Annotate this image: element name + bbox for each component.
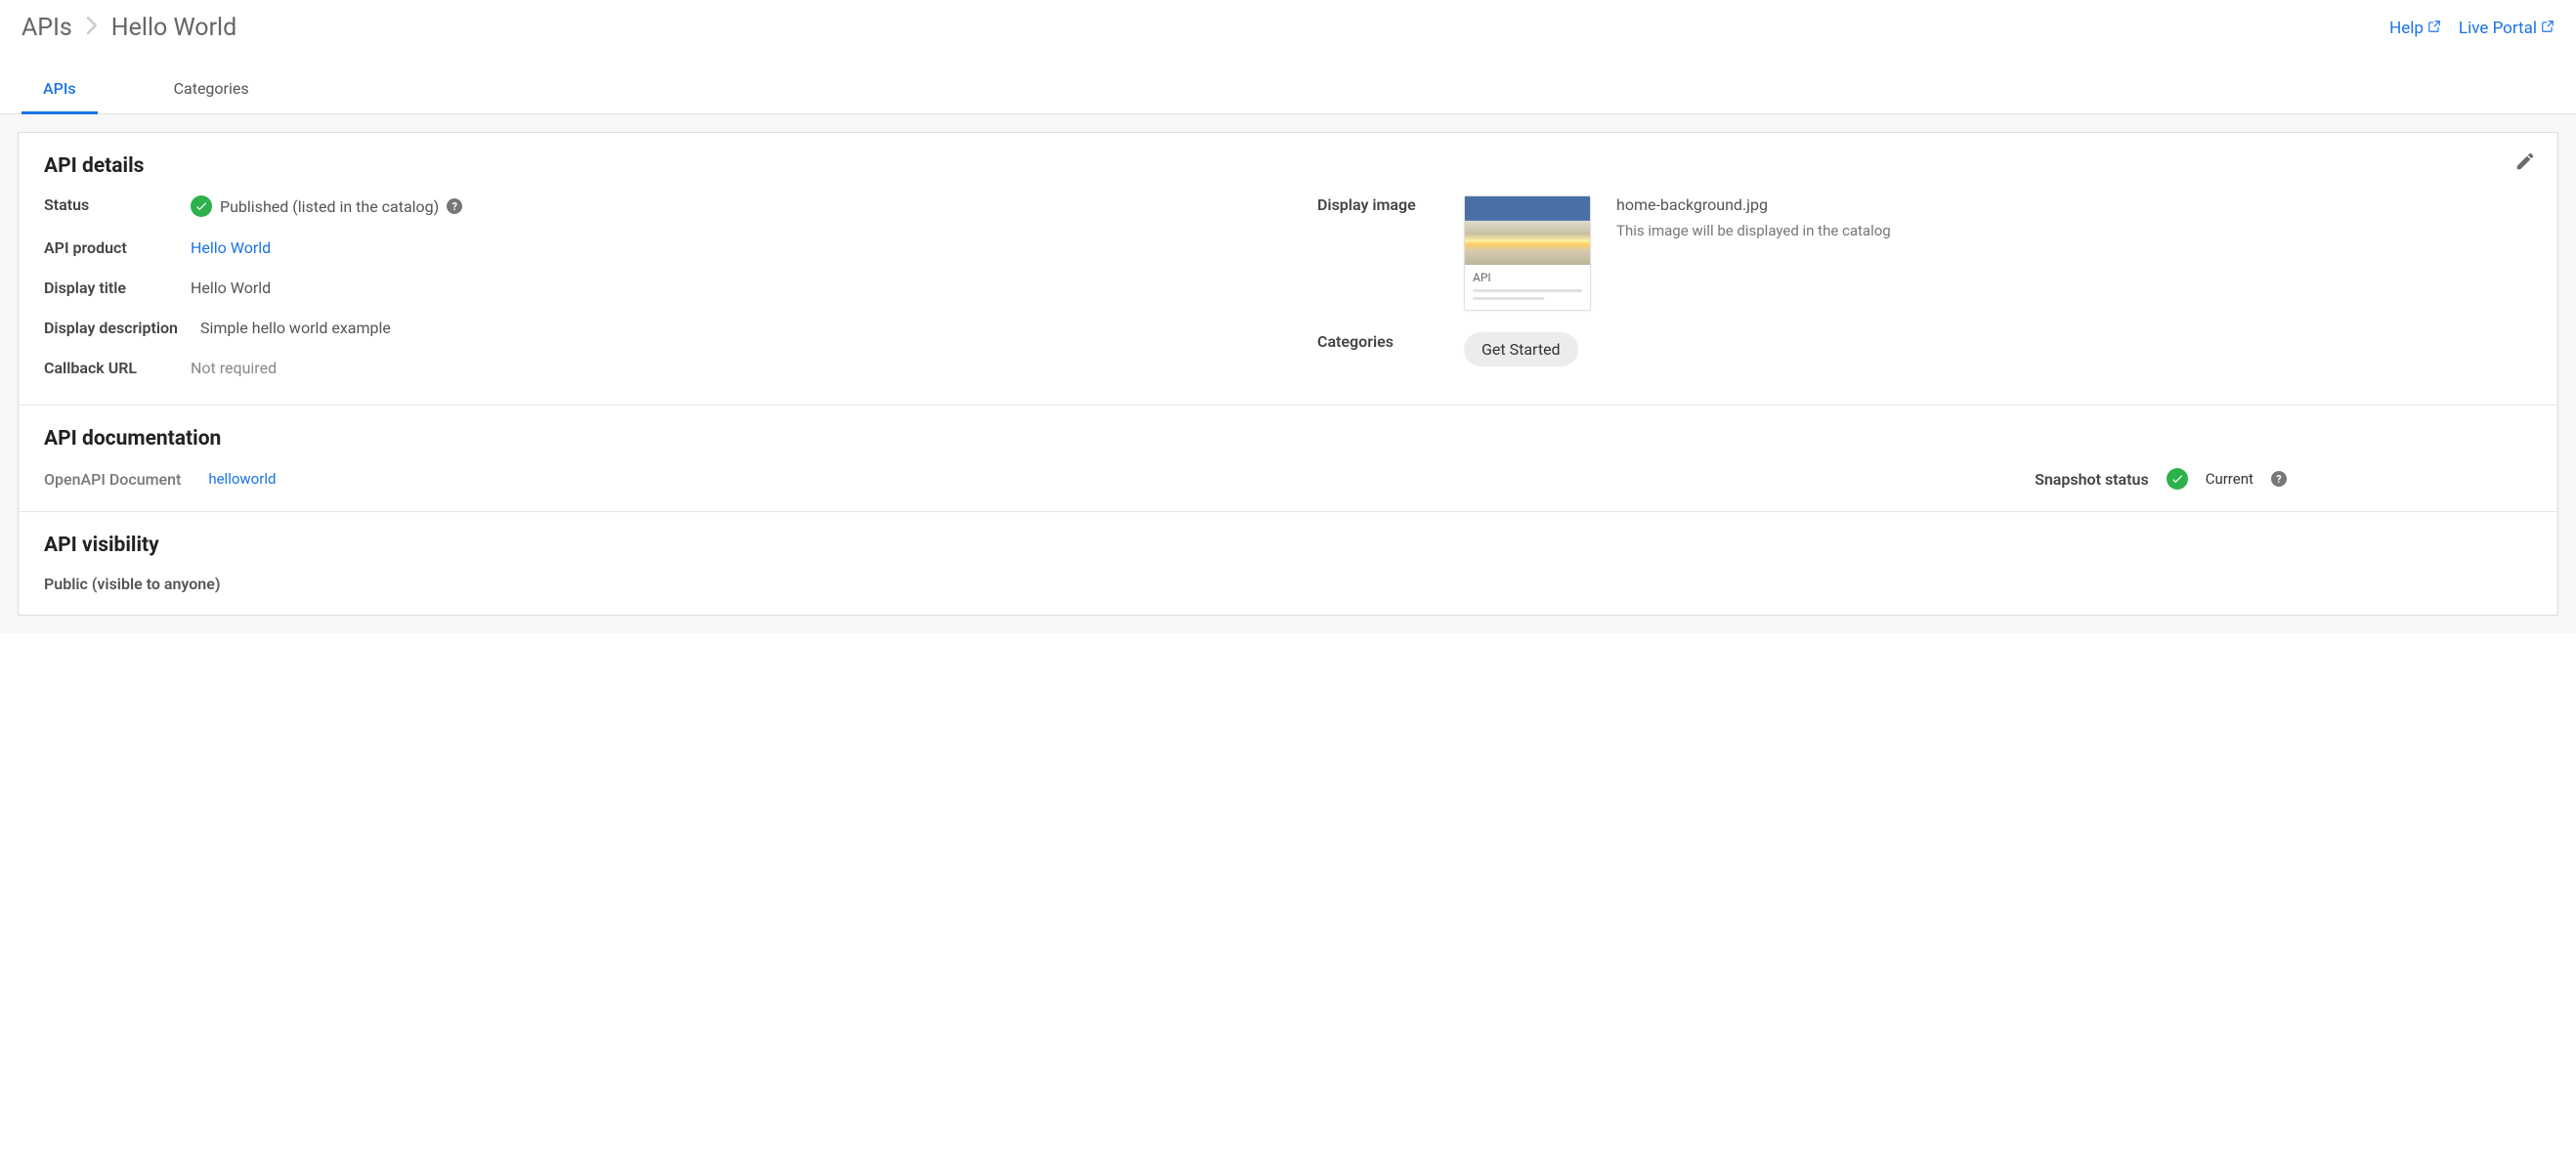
section-title-visibility: API visibility bbox=[44, 534, 2532, 557]
image-help-text: This image will be displayed in the cata… bbox=[1616, 222, 1891, 239]
help-icon[interactable]: ? bbox=[2271, 471, 2287, 487]
display-description-label: Display description bbox=[44, 319, 200, 337]
image-filename: home-background.jpg bbox=[1616, 195, 1891, 214]
breadcrumb-current: Hello World bbox=[111, 14, 236, 42]
external-link-icon bbox=[2541, 19, 2555, 38]
snapshot-status-value: Current bbox=[2206, 470, 2254, 488]
category-chip[interactable]: Get Started bbox=[1464, 332, 1578, 366]
rocket-launch-icon bbox=[1465, 196, 1590, 265]
help-link[interactable]: Help bbox=[2389, 19, 2441, 38]
categories-label: Categories bbox=[1317, 332, 1464, 351]
tab-apis[interactable]: APIs bbox=[21, 64, 98, 114]
chevron-right-icon bbox=[86, 16, 98, 40]
check-circle-icon bbox=[191, 195, 212, 217]
api-product-label: API product bbox=[44, 238, 191, 257]
help-icon[interactable]: ? bbox=[447, 198, 462, 214]
check-circle-icon bbox=[2167, 468, 2188, 490]
snapshot-status-label: Snapshot status bbox=[2035, 470, 2149, 489]
thumb-caption: API bbox=[1473, 271, 1491, 284]
status-label: Status bbox=[44, 195, 191, 214]
callback-url-label: Callback URL bbox=[44, 359, 191, 377]
display-title-value: Hello World bbox=[191, 279, 271, 297]
visibility-value: Public (visible to anyone) bbox=[44, 575, 2532, 593]
image-thumbnail[interactable]: API bbox=[1464, 195, 1591, 311]
tab-categories[interactable]: Categories bbox=[152, 64, 271, 113]
edit-button[interactable] bbox=[2514, 150, 2536, 172]
openapi-document-label: OpenAPI Document bbox=[44, 470, 181, 489]
breadcrumb: APIs Hello World bbox=[21, 14, 236, 42]
api-product-link[interactable]: Hello World bbox=[191, 238, 271, 257]
display-description-value: Simple hello world example bbox=[200, 319, 391, 337]
section-title-documentation: API documentation bbox=[44, 427, 2532, 451]
callback-url-value: Not required bbox=[191, 359, 277, 377]
openapi-document-link[interactable]: helloworld bbox=[208, 470, 276, 488]
display-image-label: Display image bbox=[1317, 195, 1464, 214]
external-link-icon bbox=[2427, 19, 2441, 38]
breadcrumb-root[interactable]: APIs bbox=[21, 14, 72, 42]
section-title-details: API details bbox=[44, 154, 2532, 178]
live-portal-link[interactable]: Live Portal bbox=[2459, 19, 2555, 38]
tabs: APIs Categories bbox=[0, 64, 2576, 114]
display-title-label: Display title bbox=[44, 279, 191, 297]
status-value: Published (listed in the catalog) bbox=[220, 197, 439, 216]
